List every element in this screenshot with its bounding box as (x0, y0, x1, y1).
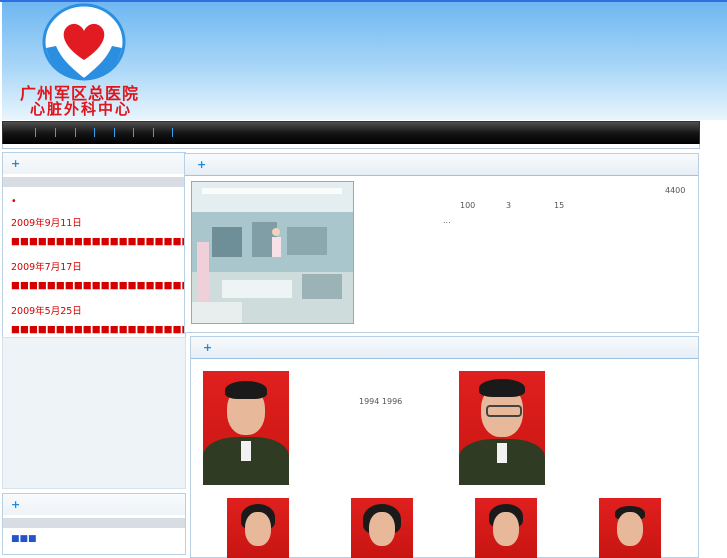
hair-shape (225, 381, 267, 399)
nav-separator (172, 128, 173, 137)
intro-panel-header: + (185, 154, 698, 176)
nav-separator (114, 128, 115, 137)
experts-panel-header: + (191, 337, 698, 359)
left-bottom-header: + (3, 494, 185, 515)
shirt-collar (241, 441, 251, 461)
nav-separator (153, 128, 154, 137)
intro-ellipsis: ... (443, 216, 451, 225)
ward-photo (191, 181, 354, 324)
face-shape (493, 512, 519, 546)
news-item-1[interactable]: 2009年9月11日■■■■■■■■■■■■■■■■■■■■■220■■■■■■… (3, 215, 185, 251)
news-item-3[interactable]: 2009年5月25日■■■■■■■■■■■■■■■■■■■■ (3, 303, 185, 337)
hospital-logo-icon (42, 3, 126, 81)
news-bullet: • (11, 196, 17, 207)
expert-portrait-2[interactable] (459, 371, 545, 485)
experts-panel: + 1994 1996 (190, 336, 699, 558)
news-panel-subbar (3, 177, 185, 187)
left-bottom-subbar (3, 518, 185, 528)
logo-title-line2: 心脏外科中心 (30, 100, 133, 118)
nav-separator (35, 128, 36, 137)
expert-portrait-5[interactable] (475, 498, 537, 558)
plus-icon: + (197, 158, 207, 171)
nav-separator (94, 128, 95, 137)
plus-icon: + (11, 498, 21, 511)
main-nav-bar[interactable] (2, 121, 700, 145)
nav-underline (2, 144, 700, 149)
expert-portrait-6[interactable] (599, 498, 661, 558)
news-panel-header: + (3, 153, 185, 174)
left-empty-panel (2, 337, 186, 489)
face-shape (369, 512, 395, 546)
expert-portrait-3[interactable] (227, 498, 289, 558)
ward-scene-icon (192, 182, 353, 323)
center-intro-panel: + 4400 100 3 15 ... (184, 153, 699, 333)
plus-icon: + (11, 157, 21, 170)
left-bottom-link[interactable]: ■■■ (3, 528, 185, 550)
hair-shape (479, 379, 525, 397)
plus-icon: + (203, 341, 213, 354)
face-shape (617, 512, 643, 546)
intro-number-c: 15 (554, 201, 565, 210)
shirt-collar (497, 443, 507, 463)
nav-separator (133, 128, 134, 137)
intro-number-b: 3 (506, 201, 512, 210)
left-bottom-panel: + ■■■ (2, 493, 186, 555)
experts-years: 1994 1996 (359, 397, 403, 406)
intro-number-a: 100 (460, 201, 476, 210)
news-panel: + • 2009年9月11日■■■■■■■■■■■■■■■■■■■■■220■■… (2, 152, 186, 338)
face-shape (245, 512, 271, 546)
nav-separator (75, 128, 76, 137)
expert-portrait-4[interactable] (351, 498, 413, 558)
glasses-icon (486, 405, 522, 417)
intro-number-beds: 4400 (665, 186, 686, 195)
nav-separator (55, 128, 56, 137)
expert-portrait-1[interactable] (203, 371, 289, 485)
news-item-2[interactable]: 2009年7月17日■■■■■■■■■■■■■■■■■■■■■■■■133■■■… (3, 259, 185, 295)
site-header: 广州军区总医院 心脏外科中心 (2, 2, 727, 120)
